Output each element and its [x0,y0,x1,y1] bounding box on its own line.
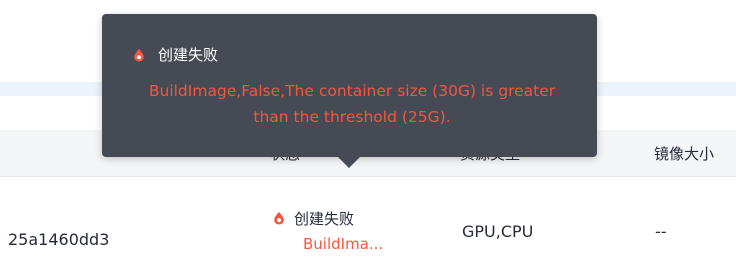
status-detail-link[interactable]: BuildIma... [303,235,383,253]
status-cell: 创建失败 BuildIma... [272,207,383,253]
resource-type-value: GPU,CPU [462,222,534,241]
tooltip-title-text: 创建失败 [158,46,219,64]
header-image-size[interactable]: 镜像大小 [654,143,714,164]
error-drop-icon [274,211,284,225]
error-drop-icon [134,48,144,61]
image-id: 25a1460dd3 [8,230,110,249]
status-label: 创建失败 [294,209,355,228]
tooltip-message: BuildImage,False,The container size (30G… [148,82,556,126]
error-tooltip: 创建失败 BuildImage,False,The container size… [102,14,597,157]
image-size-value: -- [655,222,667,241]
tooltip-arrow [338,157,360,168]
tooltip-title: 创建失败 [132,44,218,65]
